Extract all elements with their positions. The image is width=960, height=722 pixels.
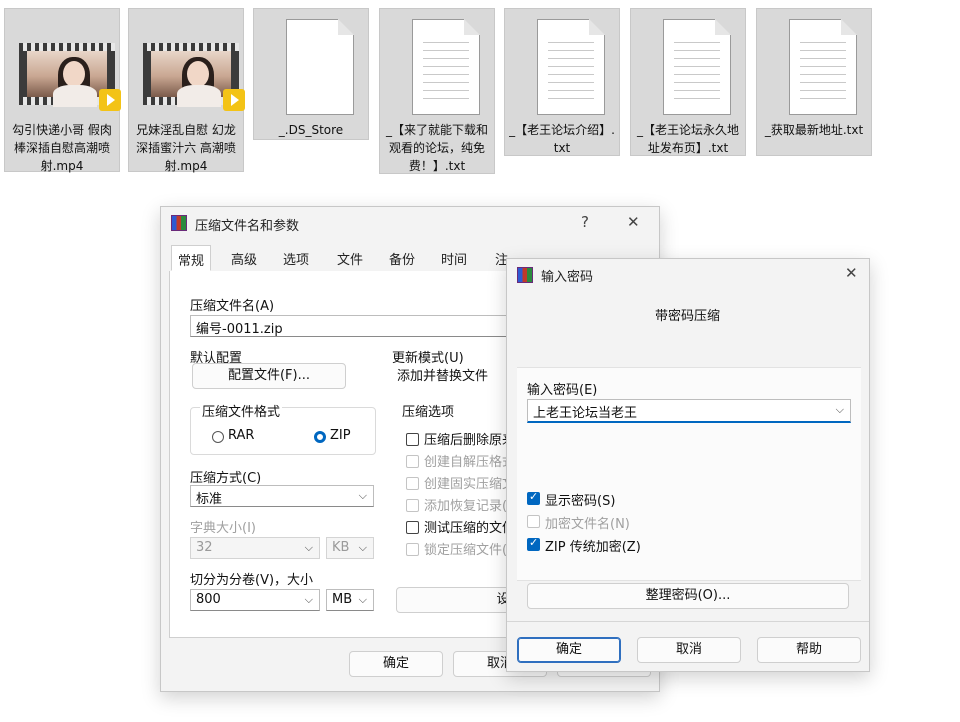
profiles-button[interactable]: 配置文件(F)... <box>192 363 346 389</box>
compression-options-label: 压缩选项 <box>402 405 455 420</box>
ok-button[interactable]: 确定 <box>517 637 621 663</box>
close-icon[interactable]: ✕ <box>627 213 640 231</box>
recovery-record-checkbox[interactable] <box>406 499 419 512</box>
tab-options[interactable]: 选项 <box>283 249 309 268</box>
file-tile[interactable]: _【来了就能下载和观看的论坛，纯免费！】.txt <box>379 8 495 174</box>
option-label: 压缩后删除原来 <box>424 433 516 448</box>
chevron-down-icon: ⌵ <box>358 541 367 554</box>
method-select[interactable]: 标准 ⌵ <box>190 485 374 507</box>
blank-file-icon <box>264 13 360 119</box>
file-name: _【老王论坛介绍】.txt <box>509 123 615 155</box>
tab-general[interactable]: 常规 <box>171 245 212 271</box>
file-tile[interactable]: _【老王论坛介绍】.txt <box>504 8 620 156</box>
password-input[interactable]: 上老王论坛当老王 ⌵ <box>527 399 851 423</box>
solid-checkbox[interactable] <box>406 477 419 490</box>
password-value: 上老王论坛当老王 <box>533 406 638 421</box>
option-label: 创建固实压缩文 <box>424 477 516 492</box>
rar-radio[interactable] <box>212 431 224 443</box>
file-name: _【老王论坛永久地址发布页】.txt <box>636 123 739 155</box>
split-size-value: 800 <box>196 592 221 607</box>
dialog-title: 压缩文件名和参数 <box>195 219 300 234</box>
chevron-down-icon: ⌵ <box>304 541 313 554</box>
archive-name-label: 压缩文件名(A) <box>190 299 275 314</box>
text-file-icon <box>767 13 863 119</box>
file-name: 兄妹淫乱自慰 幻龙深插蜜汁六 高潮喷射.mp4 <box>136 123 236 173</box>
tab-backup[interactable]: 备份 <box>389 249 415 268</box>
video-thumbnail <box>15 13 121 119</box>
split-unit-select[interactable]: MB ⌵ <box>326 589 374 611</box>
text-file-icon <box>641 13 737 119</box>
show-password-checkbox[interactable] <box>527 490 540 505</box>
player-badge-icon <box>99 89 121 111</box>
title-bar: 输入密码 ✕ <box>507 259 869 289</box>
password-label: 输入密码(E) <box>527 383 598 398</box>
split-label: 切分为分卷(V)，大小 <box>190 573 314 588</box>
chevron-down-icon: ⌵ <box>304 593 313 606</box>
title-bar: 压缩文件名和参数 ? ✕ <box>161 207 659 237</box>
file-tile[interactable]: _.DS_Store <box>253 8 369 140</box>
dictionary-select[interactable]: 32 ⌵ <box>190 537 320 559</box>
file-tile[interactable]: _【老王论坛永久地址发布页】.txt <box>630 8 746 156</box>
option-label: 添加恢复记录( <box>424 499 508 514</box>
dictionary-label: 字典大小(I) <box>190 521 256 536</box>
file-tile[interactable]: 兄妹淫乱自慰 幻龙深插蜜汁六 高潮喷射.mp4 <box>128 8 245 173</box>
sfx-checkbox[interactable] <box>406 455 419 468</box>
ok-button[interactable]: 确定 <box>349 651 443 677</box>
cancel-button[interactable]: 取消 <box>637 637 741 663</box>
chevron-down-icon: ⌵ <box>358 593 367 606</box>
zip-label: ZIP <box>330 428 351 443</box>
tab-files[interactable]: 文件 <box>337 249 363 268</box>
delete-after-checkbox[interactable] <box>406 433 419 446</box>
close-icon[interactable]: ✕ <box>845 264 858 282</box>
dialog-title: 输入密码 <box>541 270 594 285</box>
file-name: _【来了就能下载和观看的论坛，纯免费！】.txt <box>385 123 488 173</box>
method-label: 压缩方式(C) <box>190 471 262 486</box>
winrar-icon <box>171 215 187 231</box>
rar-label: RAR <box>228 428 255 443</box>
chevron-down-icon[interactable]: ⌵ <box>836 403 844 417</box>
text-file-icon <box>390 13 486 119</box>
zip-legacy-encryption-checkbox[interactable] <box>527 536 540 551</box>
format-label: 压缩文件格式 <box>200 401 283 420</box>
file-tile[interactable]: _获取最新地址.txt <box>756 8 872 156</box>
chevron-down-icon: ⌵ <box>358 489 367 502</box>
dictionary-value: 32 <box>196 540 213 555</box>
file-tile[interactable]: 勾引快递小哥 假肉棒深插自慰高潮喷射.mp4 <box>4 8 121 173</box>
split-size-input[interactable]: 800 ⌵ <box>190 589 320 611</box>
checkbox-label: 加密文件名(N) <box>545 517 630 532</box>
dictionary-unit: KB <box>332 540 350 555</box>
split-unit: MB <box>332 592 353 607</box>
winrar-icon <box>517 267 533 283</box>
file-name: _.DS_Store <box>278 123 344 137</box>
video-thumbnail <box>139 13 245 119</box>
organize-passwords-button[interactable]: 整理密码(O)... <box>527 583 849 609</box>
tab-time[interactable]: 时间 <box>441 249 467 268</box>
divider <box>507 621 869 622</box>
option-label: 创建自解压格式 <box>424 455 516 470</box>
zip-radio[interactable] <box>314 431 326 443</box>
method-value: 标准 <box>196 492 223 507</box>
checkbox-label: ZIP 传统加密(Z) <box>545 540 641 555</box>
file-name: _获取最新地址.txt <box>764 123 864 137</box>
file-name: 勾引快递小哥 假肉棒深插自慰高潮喷射.mp4 <box>12 123 112 173</box>
tab-advanced[interactable]: 高级 <box>231 249 257 268</box>
test-archive-checkbox[interactable] <box>406 521 419 534</box>
option-label: 锁定压缩文件( <box>424 543 508 558</box>
option-label: 测试压缩的文件 <box>424 521 516 536</box>
encrypt-names-checkbox[interactable] <box>527 515 540 528</box>
text-file-icon <box>515 13 611 119</box>
help-button[interactable]: 帮助 <box>757 637 861 663</box>
checkbox-label: 显示密码(S) <box>545 494 616 509</box>
lock-archive-checkbox[interactable] <box>406 543 419 556</box>
dialog-heading: 带密码压缩 <box>655 309 721 324</box>
dictionary-unit-select[interactable]: KB ⌵ <box>326 537 374 559</box>
player-badge-icon <box>223 89 245 111</box>
help-icon[interactable]: ? <box>581 213 589 231</box>
password-dialog: 输入密码 ✕ 带密码压缩 输入密码(E) 上老王论坛当老王 ⌵ 显示密码(S) … <box>506 258 870 672</box>
